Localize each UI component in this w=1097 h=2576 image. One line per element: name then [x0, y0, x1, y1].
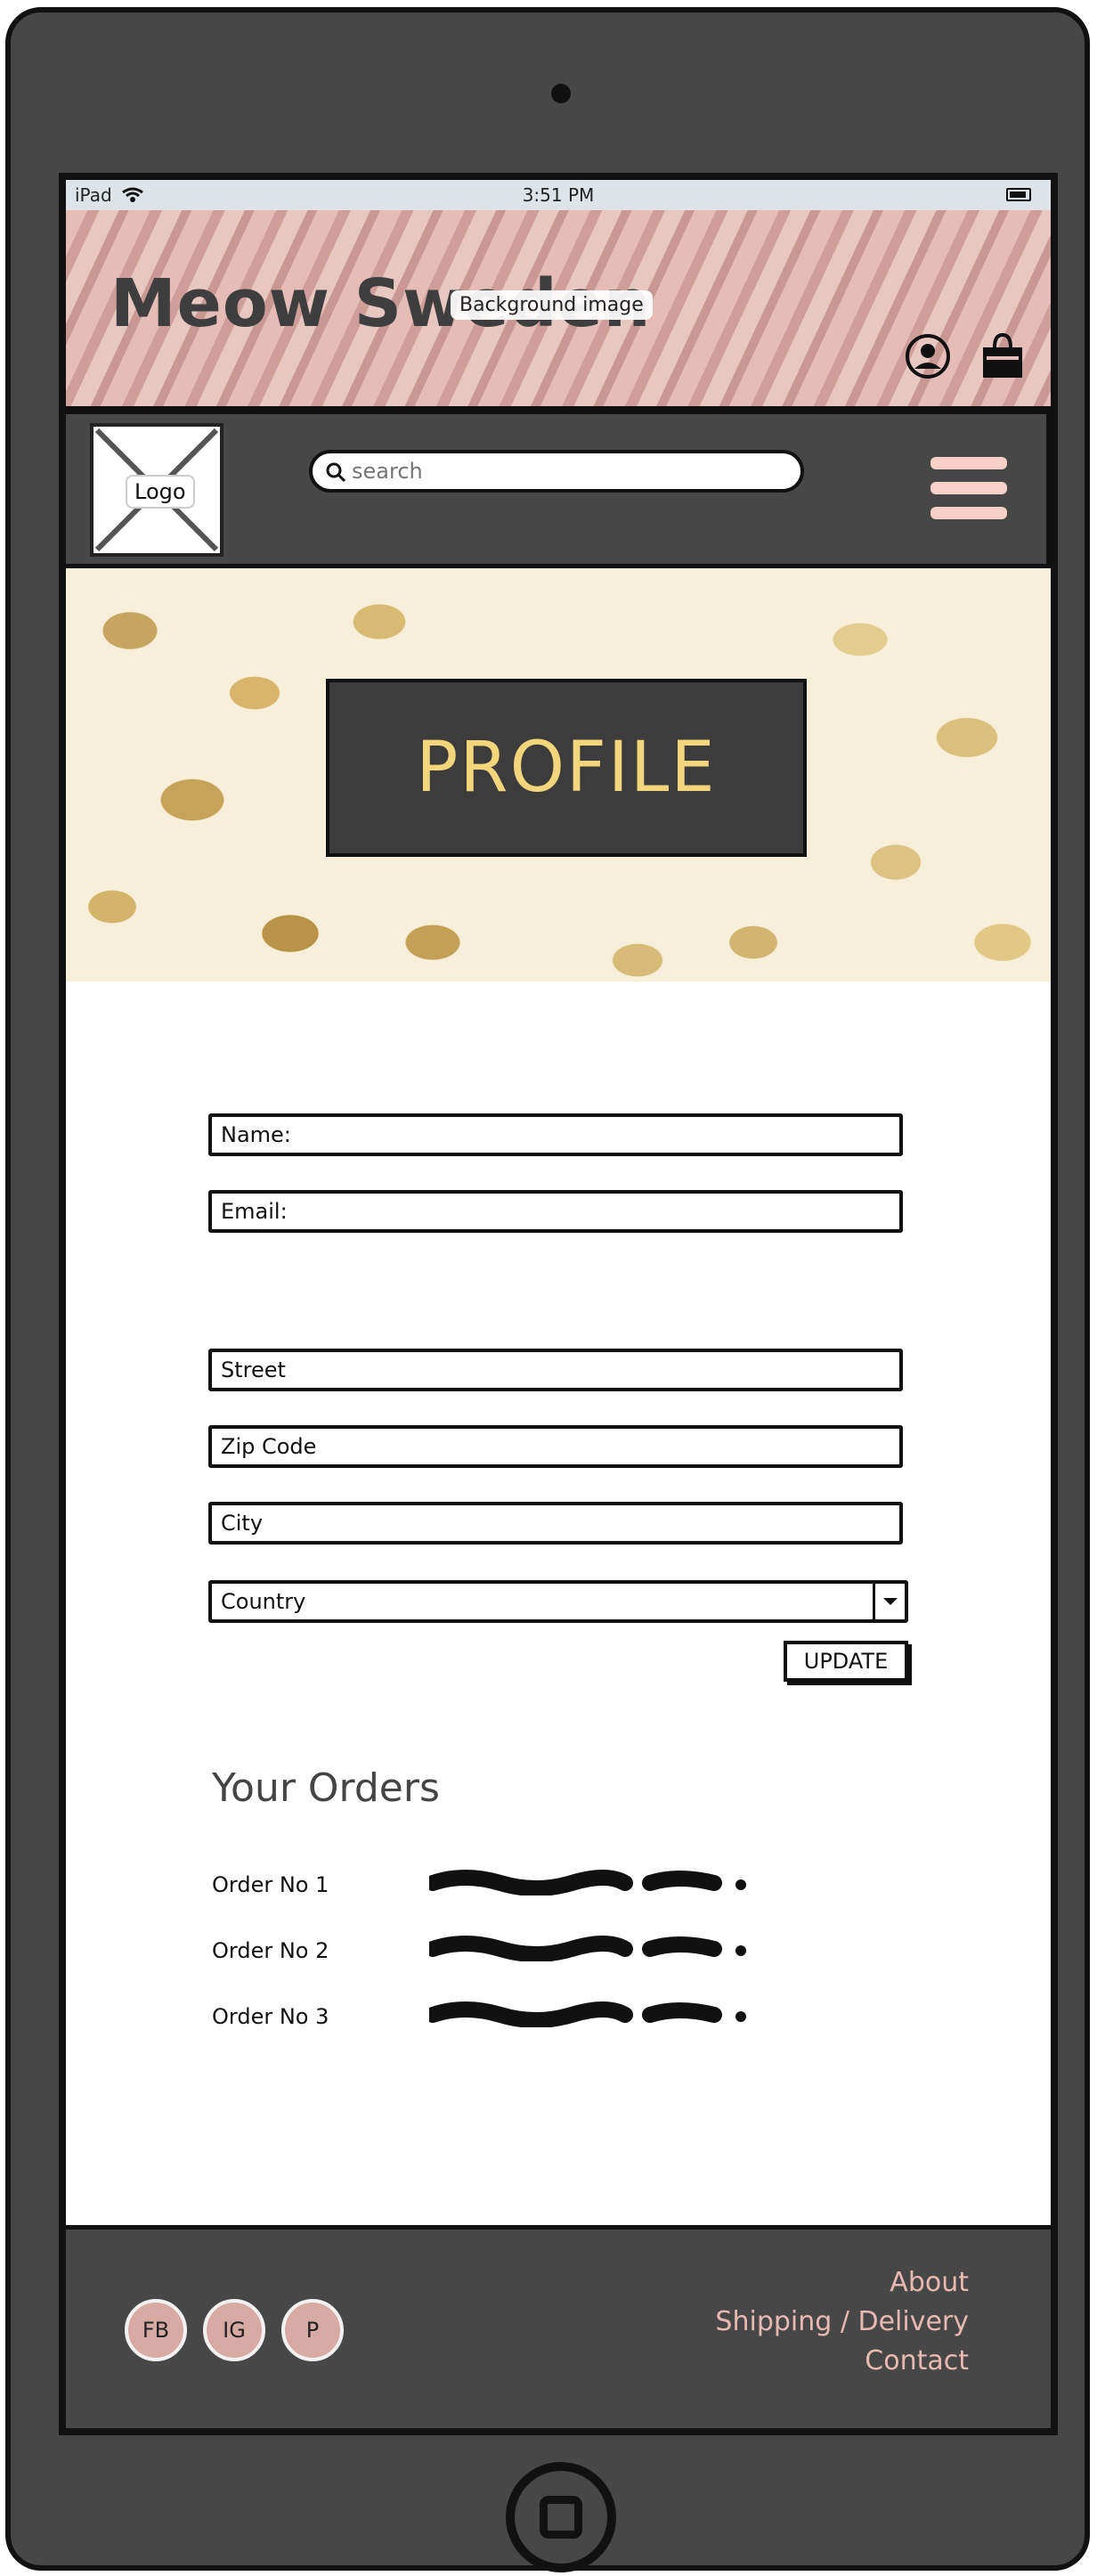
shopping-bag-icon[interactable]: [979, 331, 1026, 381]
name-field[interactable]: Name:: [208, 1113, 903, 1156]
street-label: Street: [221, 1357, 286, 1382]
contact-link[interactable]: Contact: [715, 2342, 969, 2381]
update-button[interactable]: UPDATE: [784, 1641, 908, 1682]
logo-label: Logo: [126, 475, 195, 509]
zip-code-field[interactable]: Zip Code: [208, 1425, 903, 1468]
search-icon: [326, 462, 346, 483]
name-label: Name:: [221, 1122, 291, 1147]
ipad-frame: iPad 3:51 PM Meow Sweden Background imag…: [5, 7, 1090, 2572]
search-input[interactable]: [352, 459, 779, 484]
camera-icon: [551, 84, 571, 103]
home-button-inner: [540, 2496, 582, 2539]
about-link[interactable]: About: [715, 2263, 969, 2303]
instagram-button[interactable]: IG: [203, 2299, 265, 2361]
status-time: 3:51 PM: [522, 184, 595, 206]
navbar: Logo: [66, 410, 1051, 568]
city-label: City: [221, 1511, 264, 1536]
city-field[interactable]: City: [208, 1502, 903, 1545]
menu-bar: [930, 482, 1007, 494]
redacted-text: [429, 2001, 746, 2027]
redacted-text: [429, 1936, 746, 1961]
header: Meow Sweden Background image: [66, 210, 1051, 410]
email-field[interactable]: Email:: [208, 1190, 903, 1233]
name-input[interactable]: [319, 1122, 889, 1149]
chevron-down-icon[interactable]: [873, 1584, 905, 1619]
email-input[interactable]: [319, 1199, 889, 1226]
shipping-delivery-link[interactable]: Shipping / Delivery: [715, 2303, 969, 2342]
logo[interactable]: Logo: [90, 423, 223, 557]
country-select[interactable]: Country: [208, 1580, 908, 1623]
order-item[interactable]: Order No 3: [212, 2004, 329, 2029]
user-icon[interactable]: [905, 333, 951, 379]
email-label: Email:: [221, 1199, 288, 1224]
search-bar[interactable]: [309, 450, 804, 493]
order-item[interactable]: Order No 2: [212, 1938, 329, 1963]
hero-title-box: PROFILE: [326, 679, 807, 857]
battery-icon: [1006, 188, 1031, 201]
menu-bar: [930, 457, 1007, 469]
background-image-label: Background image: [451, 290, 653, 320]
orders-title: Your Orders: [212, 1765, 440, 1811]
redacted-text: [429, 1870, 746, 1895]
order-item[interactable]: Order No 1: [212, 1872, 329, 1897]
hero-banner: PROFILE: [66, 568, 1051, 982]
page-title: PROFILE: [416, 728, 717, 808]
hamburger-menu-icon[interactable]: [930, 457, 1007, 521]
zip-code-label: Zip Code: [221, 1434, 317, 1459]
footer: FB IG P About Shipping / Delivery Contac…: [66, 2225, 1051, 2428]
status-bar: iPad 3:51 PM: [66, 180, 1051, 210]
home-button-icon[interactable]: [506, 2462, 616, 2572]
menu-bar: [930, 507, 1007, 519]
street-field[interactable]: Street: [208, 1349, 903, 1391]
country-label: Country: [221, 1589, 306, 1614]
pinterest-button[interactable]: P: [281, 2299, 344, 2361]
footer-links: About Shipping / Delivery Contact: [715, 2263, 969, 2381]
facebook-button[interactable]: FB: [125, 2299, 187, 2361]
screen: iPad 3:51 PM Meow Sweden Background imag…: [59, 173, 1058, 2435]
